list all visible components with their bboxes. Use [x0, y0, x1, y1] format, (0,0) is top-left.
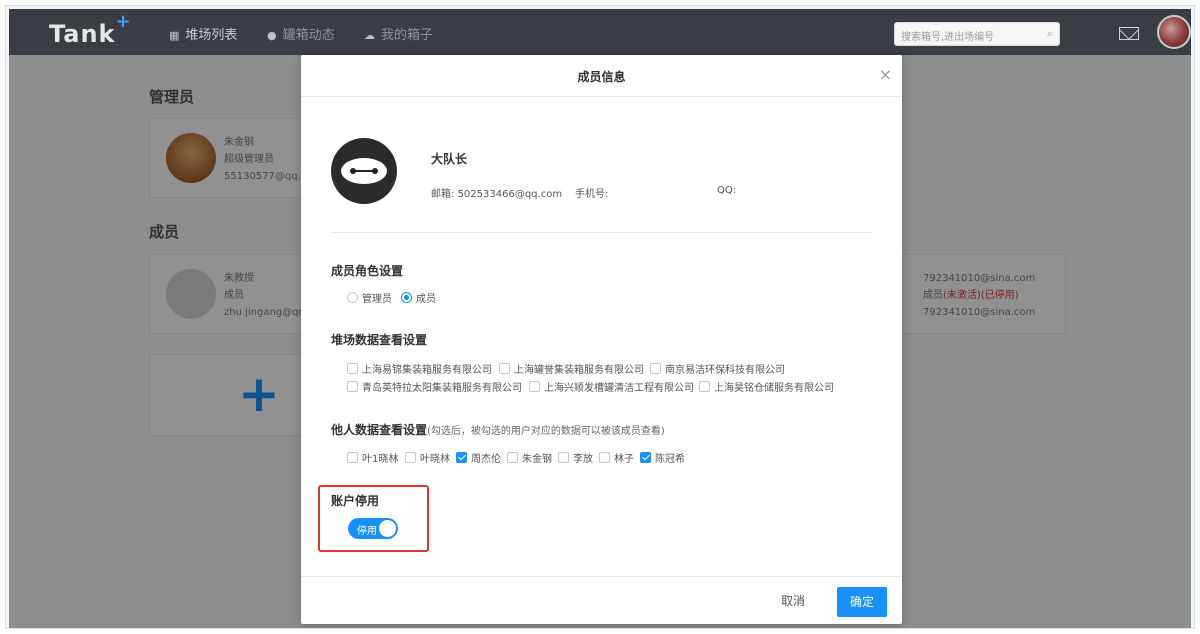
- checkbox-yard-3[interactable]: 南京易洁环保科技有限公司: [650, 361, 785, 376]
- divider: [331, 232, 872, 233]
- checkbox-user-3[interactable]: 周杰伦: [456, 450, 501, 465]
- checkbox-yard-6[interactable]: 上海昊铭仓储服务有限公司: [699, 379, 834, 394]
- checkbox-yard-4[interactable]: 青岛英特拉太阳集装箱服务有限公司: [347, 379, 522, 394]
- role-section-title: 成员角色设置: [331, 264, 404, 278]
- close-icon[interactable]: ×: [879, 65, 892, 84]
- cloud-icon: ☁: [364, 29, 375, 42]
- search-icon: ⌕: [1046, 27, 1053, 40]
- circle-icon: ●: [267, 29, 277, 42]
- checkbox-user-6[interactable]: 林子: [599, 450, 634, 465]
- disable-section-title: 账户停用: [331, 494, 380, 508]
- profile-avatar: [331, 138, 397, 204]
- app-logo[interactable]: Tank+: [49, 11, 132, 48]
- checkbox-user-2[interactable]: 叶晓林: [405, 450, 450, 465]
- checkbox-user-5[interactable]: 李放: [558, 450, 593, 465]
- cancel-button[interactable]: 取消: [781, 592, 805, 609]
- user-avatar[interactable]: [1157, 15, 1191, 49]
- others-section-title: 他人数据查看设置(勾选后，被勾选的用户对应的数据可以被该成员查看): [331, 423, 665, 437]
- profile-name: 大队长: [431, 152, 468, 166]
- yard-section-title: 堆场数据查看设置: [331, 333, 428, 347]
- profile-qq-label: QQ:: [717, 185, 737, 196]
- dialog-footer: 取消 确定: [301, 576, 902, 624]
- radio-member[interactable]: 成员: [401, 290, 436, 305]
- grid-icon: ▦: [169, 29, 180, 42]
- app-window: Tank+ ▦ 堆场列表 ● 罐箱动态 ☁ 我的箱子 搜索箱号,进出场编号 ⌕ 管理员 …: [5, 5, 1195, 629]
- mail-icon[interactable]: [1119, 27, 1139, 40]
- checkbox-yard-1[interactable]: 上海易锦集装箱服务有限公司: [347, 361, 492, 376]
- checkbox-yard-5[interactable]: 上海兴顺发槽罐清洁工程有限公司: [529, 379, 694, 394]
- profile-phone-label: 手机号:: [575, 189, 609, 200]
- confirm-button[interactable]: 确定: [837, 587, 887, 617]
- checkbox-yard-2[interactable]: 上海罐誉集装箱服务有限公司: [499, 361, 644, 376]
- checkbox-user-1[interactable]: 叶1晓林: [347, 450, 398, 465]
- dialog-title: 成员信息: [577, 70, 626, 84]
- search-input[interactable]: 搜索箱号,进出场编号 ⌕: [894, 22, 1060, 46]
- checkbox-user-7[interactable]: 陈冠希: [640, 450, 685, 465]
- toggle-label: 停用: [357, 526, 377, 537]
- nav-item-tank-dynamics[interactable]: ● 罐箱动态: [267, 24, 335, 43]
- nav-item-yard-list[interactable]: ▦ 堆场列表: [169, 24, 237, 43]
- checkbox-user-4[interactable]: 朱金钢: [507, 450, 552, 465]
- profile-email: 邮箱: 502533466@qq.com: [431, 189, 563, 200]
- radio-circle: [347, 292, 358, 303]
- nav-item-my-boxes[interactable]: ☁ 我的箱子: [364, 24, 433, 43]
- top-nav: Tank+ ▦ 堆场列表 ● 罐箱动态 ☁ 我的箱子 搜索箱号,进出场编号 ⌕: [9, 9, 1191, 55]
- dialog-header: 成员信息 ×: [301, 55, 902, 97]
- radio-admin[interactable]: 管理员: [347, 290, 392, 305]
- disable-account-toggle[interactable]: 停用: [348, 518, 398, 539]
- member-info-dialog: 成员信息 × 大队长 邮箱: 502533466@qq.com 手机号: QQ:…: [301, 55, 902, 624]
- radio-circle-selected: [401, 292, 412, 303]
- toggle-knob: [379, 520, 396, 537]
